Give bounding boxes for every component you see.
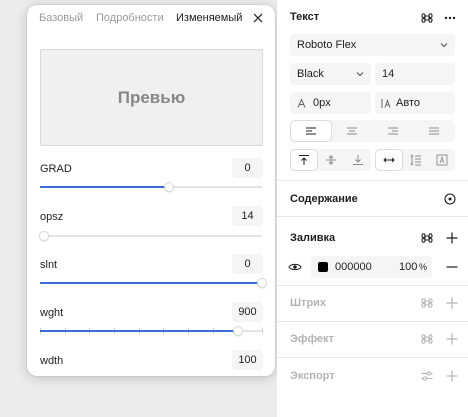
slider-fill	[40, 282, 262, 284]
variable-font-icon[interactable]	[420, 11, 434, 25]
align-justify-icon	[429, 127, 439, 135]
axis-value-opsz[interactable]: 14	[232, 206, 263, 226]
divider	[277, 216, 468, 217]
preview-text: Превью	[117, 87, 186, 107]
text-align-group	[290, 120, 455, 142]
divider	[277, 321, 468, 322]
popover-tabs: Базовый Подробности Изменяемый	[27, 5, 275, 33]
align-middle-icon	[326, 155, 336, 165]
align-right-button[interactable]	[373, 121, 413, 141]
stroke-section-title: Штрих	[290, 297, 327, 309]
auto-height-icon	[410, 154, 421, 166]
fill-color-field[interactable]: 000000 100 %	[311, 256, 432, 278]
auto-width-button[interactable]	[376, 150, 402, 170]
fill-section-title: Заливка	[290, 232, 336, 244]
fill-opacity-value[interactable]: 100	[399, 261, 417, 273]
align-justify-button[interactable]	[414, 121, 454, 141]
axis-value-wdth[interactable]: 100	[232, 350, 263, 370]
font-size-input[interactable]: 14	[375, 63, 455, 85]
axis-value-slnt[interactable]: 0	[232, 254, 263, 274]
slider-opsz[interactable]	[40, 232, 262, 240]
chevron-down-icon	[440, 43, 448, 48]
slider-thumb[interactable]	[258, 279, 266, 287]
line-height-icon	[381, 98, 391, 108]
divider	[277, 285, 468, 286]
slider-slnt[interactable]	[40, 279, 266, 287]
letter-spacing-input[interactable]: 0px	[290, 92, 371, 114]
effect-styles-icon[interactable]	[420, 332, 434, 346]
add-fill-icon[interactable]	[445, 231, 459, 245]
slider-tick	[262, 328, 263, 334]
vertical-align-group	[290, 149, 371, 171]
line-height-value: Авто	[396, 97, 420, 109]
fixed-size-icon	[436, 154, 448, 166]
more-options-icon[interactable]	[443, 11, 457, 25]
axis-label-wdth: wdth	[40, 355, 64, 367]
align-top-button[interactable]	[291, 150, 317, 170]
add-export-icon[interactable]	[445, 369, 459, 383]
font-preview: Превью	[40, 49, 263, 146]
axis-value-grad[interactable]: 0	[232, 158, 263, 178]
axis-label-opsz: opsz	[40, 211, 64, 223]
slider-grad[interactable]	[40, 183, 262, 191]
effect-section-title: Эффект	[290, 333, 334, 345]
divider	[277, 180, 468, 181]
align-bottom-button[interactable]	[345, 150, 370, 170]
slider-fill	[40, 186, 169, 188]
font-family-value: Roboto Flex	[297, 39, 357, 51]
slider-track	[40, 235, 262, 237]
line-height-input[interactable]: Авто	[375, 92, 455, 114]
slider-thumb[interactable]	[40, 232, 49, 240]
content-section-title: Содержание	[290, 193, 358, 205]
align-left-button[interactable]	[291, 121, 331, 141]
fill-hex-value[interactable]: 000000	[335, 261, 372, 273]
close-icon[interactable]	[251, 11, 265, 25]
align-left-icon	[306, 127, 316, 135]
align-middle-button[interactable]	[318, 150, 344, 170]
export-section-title: Экспорт	[290, 370, 335, 382]
letter-spacing-value: 0px	[313, 97, 331, 109]
font-weight-value: Black	[297, 68, 324, 80]
letter-spacing-icon	[297, 97, 306, 108]
fill-swatch[interactable]	[318, 262, 328, 272]
axis-label-grad: GRAD	[40, 163, 72, 175]
slider-wght[interactable]	[40, 327, 263, 335]
font-weight-dropdown[interactable]: Black	[290, 63, 371, 85]
axis-value-wght[interactable]: 900	[232, 302, 263, 322]
auto-height-button[interactable]	[403, 150, 429, 170]
add-effect-icon[interactable]	[445, 332, 459, 346]
target-icon[interactable]	[443, 192, 457, 206]
align-top-icon	[299, 155, 309, 165]
add-stroke-icon[interactable]	[445, 296, 459, 310]
slider-thumb[interactable]	[164, 183, 173, 191]
slider-thumb[interactable]	[233, 327, 242, 335]
font-size-value: 14	[382, 68, 395, 80]
align-bottom-icon	[352, 155, 363, 165]
auto-width-icon	[383, 157, 395, 163]
slider-fill	[40, 330, 238, 332]
chevron-down-icon	[356, 72, 364, 77]
text-resize-group	[375, 149, 455, 171]
divider	[277, 357, 468, 358]
visibility-eye-icon[interactable]	[288, 260, 302, 274]
align-center-button[interactable]	[332, 121, 372, 141]
fixed-size-button[interactable]	[430, 150, 454, 170]
axis-label-wght: wght	[40, 307, 64, 319]
export-settings-icon[interactable]	[420, 369, 434, 383]
properties-panel: Текст Roboto Flex Black 14 0px Авто Соде…	[277, 0, 468, 417]
align-right-icon	[388, 127, 398, 135]
tab-variable[interactable]: Изменяемый	[176, 12, 242, 24]
fill-opacity-unit: %	[419, 262, 428, 272]
remove-fill-icon[interactable]	[445, 260, 459, 274]
font-family-dropdown[interactable]: Roboto Flex	[290, 34, 455, 56]
text-section-title: Текст	[290, 11, 320, 23]
tab-details[interactable]: Подробности	[96, 12, 164, 24]
fill-styles-icon[interactable]	[420, 231, 434, 245]
variable-font-popover: Базовый Подробности Изменяемый Превью GR…	[27, 5, 275, 376]
align-center-icon	[347, 127, 357, 135]
tab-basic[interactable]: Базовый	[39, 12, 83, 24]
stroke-styles-icon[interactable]	[420, 296, 434, 310]
axis-label-slnt: slnt	[40, 259, 58, 271]
